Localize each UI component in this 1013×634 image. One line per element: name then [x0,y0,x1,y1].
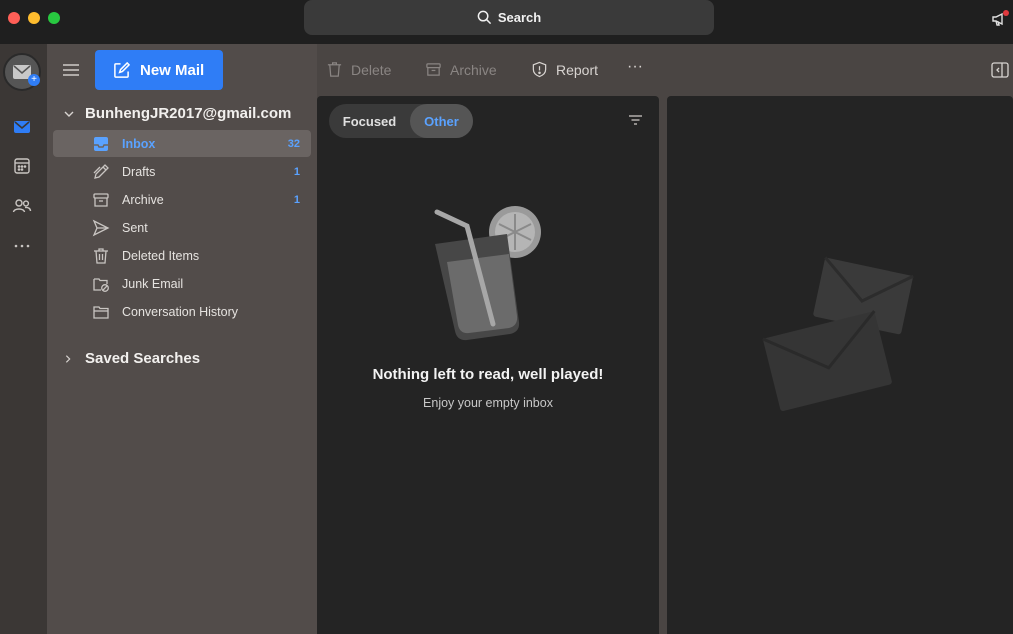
empty-state-subtitle: Enjoy your empty inbox [423,396,553,410]
delete-label: Delete [351,61,392,78]
add-account-badge: + [28,74,40,86]
more-options-button[interactable]: ··· [627,58,643,76]
mail-icon[interactable] [12,117,32,137]
more-options-icon: ··· [627,58,643,75]
folder-item-drafts[interactable]: Drafts 1 [53,158,311,185]
pencil-icon [93,163,109,179]
folder-item-archive[interactable]: Archive 1 [53,186,311,213]
compose-icon [114,61,130,78]
report-button[interactable]: Report [531,61,598,78]
folder-sidebar: New Mail BunhengJR2017@gmail.com Inbox 3… [47,44,317,634]
inbox-pivot: Focused Other [329,104,473,138]
new-mail-button[interactable]: New Mail [95,50,223,90]
unread-count: 1 [293,193,300,206]
account-header[interactable]: BunhengJR2017@gmail.com [63,105,291,122]
minimize-window-button[interactable] [28,12,40,24]
account-email: BunhengJR2017@gmail.com [85,105,292,122]
message-list: Focused Other Nothing left to read, well… [317,96,659,634]
folder-label: Deleted Items [122,248,200,263]
people-icon[interactable] [12,196,32,216]
shield-icon [532,61,547,78]
trash-icon [94,247,108,264]
reading-pane [667,96,1013,634]
calendar-icon[interactable] [12,156,32,176]
folder-label: Archive [122,192,164,207]
search-bar[interactable]: Search [304,0,714,35]
junk-folder-icon [93,277,109,292]
folder-label: Junk Email [122,276,184,291]
search-label: Search [497,10,542,25]
chevron-down-icon [64,111,74,117]
folder-label: Sent [122,220,148,235]
zoom-window-button[interactable] [48,12,60,24]
report-label: Report [556,61,599,78]
empty-drink-illustration [434,206,541,341]
unread-count: 32 [287,137,300,150]
saved-searches-header[interactable]: Saved Searches [63,350,200,367]
trash-icon [327,62,342,77]
notification-dot [1003,10,1009,16]
folder-item-conversation-history[interactable]: Conversation History [53,298,311,325]
archive-button[interactable]: Archive [425,61,497,78]
folder-item-sent[interactable]: Sent [53,214,311,241]
archive-label: Archive [450,61,497,78]
send-icon [92,219,110,236]
archive-box-icon [93,192,109,207]
folder-item-junk[interactable]: Junk Email [53,270,311,297]
inbox-icon [94,136,108,151]
tab-focused[interactable]: Focused [329,104,410,138]
archive-box-icon [426,63,441,76]
chevron-right-icon [65,354,71,363]
reading-pane-toggle-icon[interactable] [991,62,1009,78]
account-avatar[interactable]: + [3,53,41,91]
new-mail-label: New Mail [140,61,205,79]
folder-label: Drafts [122,164,156,179]
hamburger-menu-icon[interactable] [62,62,80,78]
folder-item-deleted[interactable]: Deleted Items [53,242,311,269]
whats-new-button[interactable] [991,10,1009,28]
folder-item-inbox[interactable]: Inbox 32 [53,130,311,157]
unread-count: 1 [293,165,300,178]
empty-state-title: Nothing left to read, well played! [372,366,604,383]
folder-icon [93,305,109,319]
delete-button[interactable]: Delete [326,61,391,78]
tab-other[interactable]: Other [410,104,473,138]
envelopes-illustration [762,256,914,411]
filter-icon[interactable] [628,114,643,126]
folder-label: Inbox [122,136,156,151]
close-window-button[interactable] [8,12,20,24]
search-icon [477,10,491,25]
more-apps-icon[interactable] [12,236,32,256]
app-rail: + [0,44,47,634]
folder-label: Conversation History [122,304,239,319]
saved-searches-label: Saved Searches [85,350,201,367]
title-bar: Search [0,0,1013,44]
